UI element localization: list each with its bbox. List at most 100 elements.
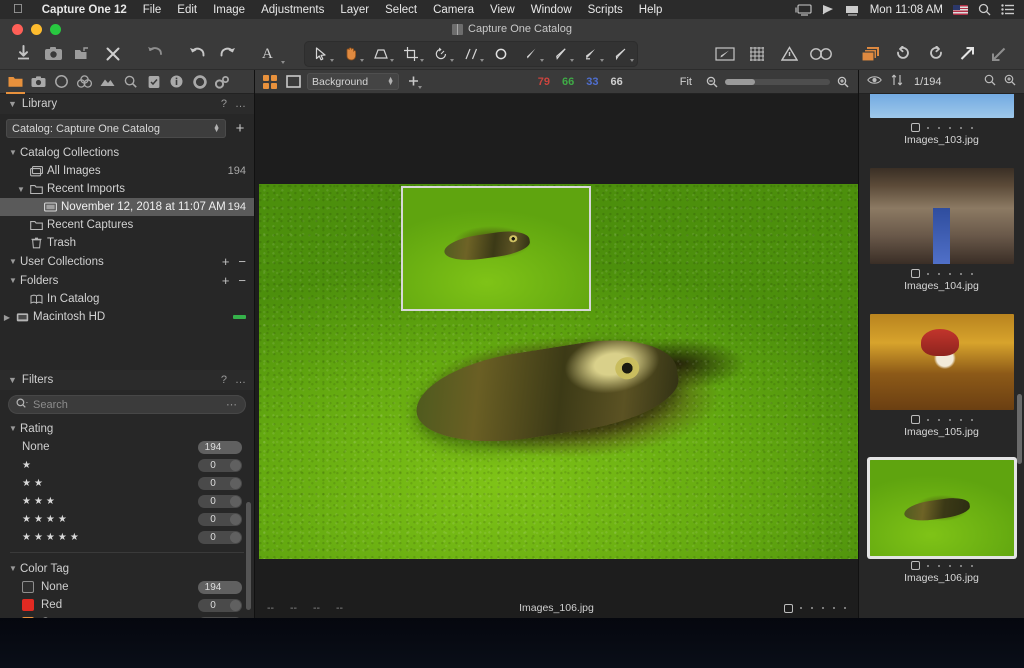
rotate-right-icon[interactable] xyxy=(920,41,950,67)
filters-panel-header[interactable]: ▼ Filters ? … xyxy=(0,370,254,390)
filter-count-pill[interactable]: 0 xyxy=(198,598,242,612)
filter-group-rating[interactable]: ▼ Rating xyxy=(0,419,254,438)
zoom-out-icon[interactable] xyxy=(703,73,721,91)
menu-item-scripts[interactable]: Scripts xyxy=(580,4,631,16)
filter-row-color-red[interactable]: Red 0 xyxy=(0,596,254,614)
capture-tab-icon[interactable] xyxy=(27,70,50,94)
tree-item-import-session[interactable]: November 12, 2018 at 11:07 AM 194 xyxy=(0,198,254,216)
thumbnail-list[interactable]: Images_103.jpg Images_104.jpg Images_105… xyxy=(859,94,1024,618)
filter-count-pill[interactable]: 0 xyxy=(198,494,242,508)
keystone-tool-icon[interactable] xyxy=(366,43,396,65)
us-flag-icon[interactable] xyxy=(953,4,968,15)
chevron-updown-icon[interactable]: ▲ ▼ xyxy=(213,123,220,134)
color-tab-icon[interactable] xyxy=(73,70,96,94)
section-folders[interactable]: ▼ Folders + − xyxy=(0,271,254,290)
control-center-icon[interactable] xyxy=(1001,4,1014,15)
minimize-button[interactable] xyxy=(31,24,42,35)
chevron-down-icon[interactable]: ▼ xyxy=(6,148,20,157)
section-user-collections[interactable]: ▼ User Collections + − xyxy=(0,252,254,271)
filter-count-pill[interactable]: 194 xyxy=(198,440,242,454)
filter-count-pill[interactable]: 0 xyxy=(198,476,242,490)
gradient-mask-tool-icon[interactable] xyxy=(576,43,606,65)
star-rating-dots[interactable] xyxy=(926,272,973,275)
filter-row-rating-1[interactable]: ★ 0 xyxy=(0,456,254,474)
filters-scrollbar[interactable] xyxy=(246,502,251,610)
draw-mask-tool-icon[interactable] xyxy=(516,43,546,65)
apple-menu-icon[interactable]:  xyxy=(0,2,34,15)
thumbnail-image[interactable] xyxy=(869,460,1014,556)
filter-count-pill[interactable]: 0 xyxy=(198,458,242,472)
redo-icon[interactable] xyxy=(212,41,242,67)
tree-item-all-images[interactable]: All Images 194 xyxy=(0,162,254,180)
straighten-tool-icon[interactable] xyxy=(456,43,486,65)
tree-item-recent-imports[interactable]: ▼ Recent Imports xyxy=(0,180,254,198)
color-tag-checkbox[interactable] xyxy=(910,269,920,278)
pointer-tool-icon[interactable] xyxy=(306,43,336,65)
focus-mask-icon[interactable] xyxy=(806,41,836,67)
thumbnail-image[interactable] xyxy=(869,314,1014,410)
add-background-button[interactable] xyxy=(404,73,422,91)
loupe-overlay[interactable] xyxy=(401,186,591,311)
crop-tool-icon[interactable] xyxy=(396,43,426,65)
browser-scrollbar[interactable] xyxy=(1017,394,1022,464)
chevron-down-icon[interactable]: ▼ xyxy=(6,257,20,266)
chevron-down-icon[interactable]: ▼ xyxy=(6,424,20,433)
more-options-icon[interactable]: … xyxy=(235,374,246,386)
tree-item-in-catalog[interactable]: In Catalog xyxy=(0,290,254,308)
menu-item-window[interactable]: Window xyxy=(523,4,580,16)
spotlight-search-icon[interactable] xyxy=(978,3,991,16)
zoom-slider[interactable] xyxy=(725,78,830,85)
adjustments-tab-icon[interactable] xyxy=(142,70,165,94)
filter-row-rating-4[interactable]: ★★★★ 0 xyxy=(0,510,254,528)
thumbnail-item-105[interactable]: Images_105.jpg xyxy=(862,314,1022,442)
menu-bar-clock[interactable]: Mon 11:08 AM xyxy=(870,4,943,16)
menu-item-select[interactable]: Select xyxy=(377,4,425,16)
zoom-level-label[interactable]: Fit xyxy=(680,76,692,88)
zoom-in-icon[interactable] xyxy=(834,73,852,91)
delete-icon[interactable] xyxy=(98,41,128,67)
spot-removal-tool-icon[interactable] xyxy=(486,43,516,65)
section-catalog-collections[interactable]: ▼ Catalog Collections xyxy=(0,143,254,162)
help-icon[interactable]: ? xyxy=(221,374,227,386)
expand-icon[interactable] xyxy=(952,41,982,67)
chevron-down-icon[interactable]: ▼ xyxy=(8,99,17,109)
menu-item-edit[interactable]: Edit xyxy=(169,4,205,16)
star-rating-dots[interactable] xyxy=(926,126,973,129)
add-user-collection-button[interactable]: + xyxy=(222,255,230,268)
pan-tool-icon[interactable] xyxy=(336,43,366,65)
thumbnail-item-106[interactable]: Images_106.jpg xyxy=(862,460,1022,588)
filter-row-color-none[interactable]: None 194 xyxy=(0,578,254,596)
collapse-icon[interactable] xyxy=(984,41,1014,67)
search-options-icon[interactable]: ⋯ xyxy=(226,398,238,411)
visibility-icon[interactable] xyxy=(867,75,882,88)
color-tag-checkbox[interactable] xyxy=(910,415,920,424)
annotation-icon[interactable]: A xyxy=(254,41,285,67)
rotate-tool-icon[interactable] xyxy=(426,43,456,65)
star-rating-dots[interactable] xyxy=(926,564,973,567)
chevron-right-icon[interactable]: ▶ xyxy=(0,313,14,322)
star-rating-dots[interactable] xyxy=(800,607,846,609)
add-folder-button[interactable]: + xyxy=(222,274,230,287)
batch-tab-icon[interactable] xyxy=(211,70,234,94)
chevron-down-icon[interactable]: ▼ xyxy=(6,276,20,285)
menu-app-name[interactable]: Capture One 12 xyxy=(34,4,135,16)
menu-item-help[interactable]: Help xyxy=(631,4,671,16)
thumbnail-item-103[interactable]: Images_103.jpg xyxy=(862,94,1022,150)
single-view-icon[interactable] xyxy=(284,73,302,91)
color-tag-checkbox[interactable] xyxy=(910,123,920,132)
menu-item-view[interactable]: View xyxy=(482,4,523,16)
close-button[interactable] xyxy=(12,24,23,35)
screen-share-icon[interactable] xyxy=(795,3,812,16)
more-options-icon[interactable]: … xyxy=(235,98,246,110)
details-tab-icon[interactable] xyxy=(119,70,142,94)
filter-row-rating-2[interactable]: ★★ 0 xyxy=(0,474,254,492)
chevron-down-icon[interactable]: ▼ xyxy=(14,185,28,194)
menu-item-layer[interactable]: Layer xyxy=(332,4,377,16)
filter-row-rating-none[interactable]: None 194 xyxy=(0,438,254,456)
help-icon[interactable]: ? xyxy=(221,98,227,110)
search-input[interactable]: Search ⋯ xyxy=(8,395,246,414)
color-tag-checkbox[interactable] xyxy=(910,561,920,570)
menu-item-file[interactable]: File xyxy=(135,4,170,16)
menu-item-image[interactable]: Image xyxy=(205,4,253,16)
star-rating-dots[interactable] xyxy=(926,418,973,421)
